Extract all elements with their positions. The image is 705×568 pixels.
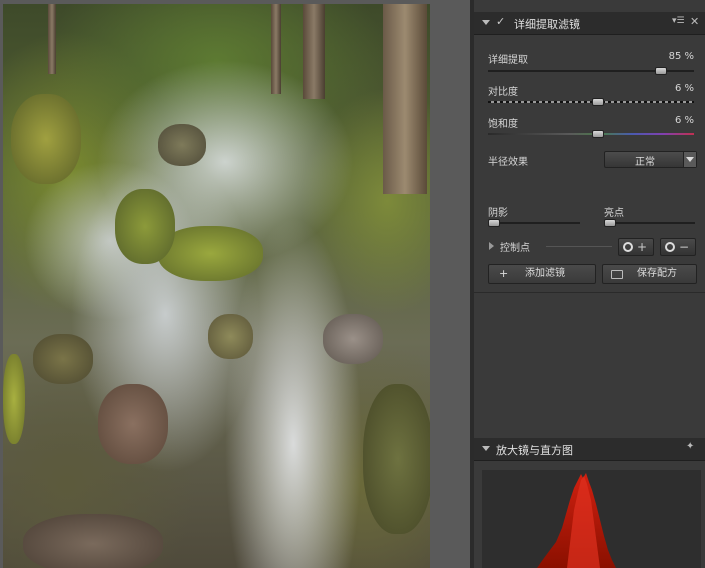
detail-extract-slider-handle[interactable] xyxy=(654,67,667,75)
radius-effect-dropdown[interactable]: 正常 xyxy=(604,151,697,168)
rock xyxy=(33,334,93,384)
rock xyxy=(208,314,253,359)
histogram-graph xyxy=(537,473,616,568)
tree-trunk xyxy=(48,4,56,74)
tree-trunk xyxy=(383,4,427,194)
control-point-icon xyxy=(623,242,633,252)
save-recipe-button[interactable]: 保存配方 xyxy=(602,264,697,284)
rock xyxy=(23,514,163,568)
add-filter-button[interactable]: + 添加滤镜 xyxy=(488,264,596,284)
mossy-rock xyxy=(3,354,25,444)
collapse-triangle-icon[interactable] xyxy=(482,446,490,451)
rock xyxy=(158,124,206,166)
checkmark-icon[interactable]: ✓ xyxy=(496,15,505,28)
loupe-histogram-title: 放大镜与直方图 xyxy=(496,444,573,457)
divider xyxy=(474,292,705,293)
shadows-slider-handle[interactable] xyxy=(488,219,500,227)
radius-effect-selected: 正常 xyxy=(635,157,655,168)
saturation-value: 6 % xyxy=(674,115,694,126)
filter-menu-icon[interactable]: ▾☰ xyxy=(672,16,685,26)
rock xyxy=(98,384,168,464)
close-icon[interactable]: ✕ xyxy=(690,15,699,28)
photo-preview[interactable] xyxy=(3,4,430,568)
radius-effect-label: 半径效果 xyxy=(488,157,528,168)
remove-control-point-button[interactable]: − xyxy=(660,238,696,256)
filter-title: 详细提取滤镜 xyxy=(514,18,580,31)
dropdown-arrow-icon[interactable] xyxy=(683,152,696,167)
control-points-expand-icon[interactable] xyxy=(489,242,494,250)
mossy-rock xyxy=(11,94,81,184)
right-panel: ✓ 详细提取滤镜 ▾☰ ✕ 详细提取 85 % 对比度 6 % 饱和度 6 % … xyxy=(474,0,705,568)
plus-icon: + xyxy=(499,267,509,280)
tree-trunk xyxy=(271,4,281,94)
filter-header[interactable]: ✓ 详细提取滤镜 ▾☰ ✕ xyxy=(474,12,705,35)
shadows-label: 阴影 xyxy=(488,208,508,219)
shadows-slider[interactable] xyxy=(488,222,580,224)
collapse-triangle-icon[interactable] xyxy=(482,20,490,25)
highlights-slider-handle[interactable] xyxy=(604,219,616,227)
highlights-label: 亮点 xyxy=(604,208,624,219)
rock xyxy=(323,314,383,364)
control-point-icon xyxy=(665,242,675,252)
control-points-label: 控制点 xyxy=(500,243,530,254)
histogram xyxy=(482,470,701,568)
detail-extract-value: 85 % xyxy=(668,51,694,62)
save-recipe-label: 保存配方 xyxy=(637,268,677,279)
image-canvas[interactable] xyxy=(0,0,470,568)
saturation-label: 饱和度 xyxy=(488,119,518,130)
divider xyxy=(546,246,612,247)
contrast-label: 对比度 xyxy=(488,87,518,98)
pin-icon[interactable]: ✦ xyxy=(686,441,694,452)
contrast-slider-handle[interactable] xyxy=(591,98,604,106)
add-filter-label: 添加滤镜 xyxy=(525,268,565,279)
highlights-slider[interactable] xyxy=(604,222,695,224)
recipe-icon xyxy=(611,270,623,279)
plus-icon: + xyxy=(637,240,648,254)
add-control-point-button[interactable]: + xyxy=(618,238,654,256)
minus-icon: − xyxy=(679,240,690,254)
loupe-histogram-header[interactable]: 放大镜与直方图 ✦ xyxy=(474,438,705,461)
contrast-value: 6 % xyxy=(674,83,694,94)
detail-extract-label: 详细提取 xyxy=(488,55,528,66)
tree-trunk xyxy=(303,4,325,99)
saturation-slider-handle[interactable] xyxy=(591,130,604,138)
mossy-rock xyxy=(115,189,175,264)
mossy-rock xyxy=(363,384,430,534)
